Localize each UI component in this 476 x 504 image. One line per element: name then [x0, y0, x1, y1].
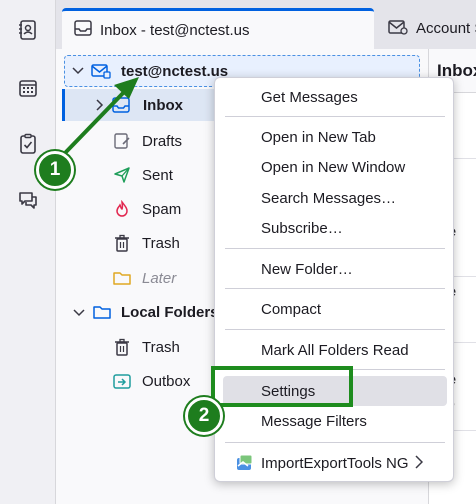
local-folder-icon — [92, 302, 112, 322]
tab-bar: Inbox - test@nctest.us Account S — [56, 0, 476, 49]
chevron-right-icon — [415, 455, 429, 469]
menu-separator — [225, 442, 445, 443]
menu-item-new-folder[interactable]: New Folder… — [223, 254, 447, 284]
inbox-icon — [74, 20, 92, 40]
tasks-icon[interactable] — [12, 128, 44, 160]
callout-badge-1: 1 — [36, 151, 74, 189]
chevron-down-icon[interactable] — [72, 306, 86, 320]
folder-sent[interactable]: Sent — [56, 159, 216, 191]
drafts-icon — [112, 131, 132, 151]
address-book-icon[interactable] — [12, 14, 44, 46]
folder-icon — [112, 268, 132, 288]
account-mail-icon — [91, 61, 111, 81]
spam-flame-icon — [112, 199, 132, 219]
folder-local-trash[interactable]: Trash — [56, 331, 216, 363]
importexport-icon — [235, 454, 255, 472]
local-folders-row[interactable]: Local Folders — [56, 296, 219, 328]
folder-spam[interactable]: Spam — [56, 193, 216, 225]
menu-item-subscribe[interactable]: Subscribe… — [223, 213, 447, 243]
local-folders-label: Local Folders — [121, 303, 219, 321]
sent-icon — [112, 165, 132, 185]
folder-trash[interactable]: Trash — [56, 227, 216, 259]
calendar-icon[interactable] — [12, 72, 44, 104]
envelope-icon — [388, 19, 408, 39]
menu-separator — [225, 116, 445, 117]
later-label: Later — [142, 269, 177, 287]
context-menu: Get Messages Open in New Tab Open in New… — [214, 77, 454, 482]
trash-label: Trash — [142, 234, 180, 252]
tab-inbox[interactable]: Inbox - test@nctest.us — [62, 8, 374, 49]
menu-item-search-messages[interactable]: Search Messages… — [223, 183, 447, 213]
folder-outbox[interactable]: Outbox — [56, 365, 216, 397]
folder-drafts[interactable]: Drafts — [56, 125, 216, 157]
outbox-icon — [112, 371, 132, 391]
trash-icon — [112, 233, 132, 253]
menu-separator — [225, 248, 445, 249]
menu-item-mark-all-folders-read[interactable]: Mark All Folders Read — [223, 335, 447, 365]
menu-item-message-filters[interactable]: Message Filters — [223, 406, 447, 436]
settings-highlight-box — [211, 366, 353, 407]
folder-inbox[interactable]: Inbox — [62, 89, 218, 121]
tab-account-settings-label: Account S — [416, 20, 476, 37]
inbox-folder-icon — [111, 95, 131, 115]
menu-item-open-in-new-tab[interactable]: Open in New Tab — [223, 122, 447, 152]
menu-item-compact[interactable]: Compact — [223, 294, 447, 324]
tab-inbox-label: Inbox - test@nctest.us — [100, 21, 250, 39]
inbox-label: Inbox — [143, 96, 183, 114]
menu-item-get-messages[interactable]: Get Messages — [223, 82, 447, 112]
menu-separator — [225, 288, 445, 289]
folder-later[interactable]: Later — [56, 262, 216, 294]
trash-icon — [112, 337, 132, 357]
menu-separator — [225, 329, 445, 330]
menu-item-importexporttools-label: ImportExportTools NG — [261, 454, 409, 472]
drafts-label: Drafts — [142, 132, 183, 150]
spam-label: Spam — [142, 200, 182, 218]
callout-badge-2: 2 — [185, 397, 223, 435]
chat-icon[interactable] — [12, 184, 44, 216]
menu-item-open-in-new-window[interactable]: Open in New Window — [223, 152, 447, 182]
chevron-right-icon[interactable] — [93, 98, 107, 112]
menu-item-importexporttools[interactable]: ImportExportTools NG — [223, 448, 447, 478]
spaces-toolbar — [0, 0, 56, 504]
sent-label: Sent — [142, 166, 173, 184]
local-trash-label: Trash — [142, 338, 180, 356]
outbox-label: Outbox — [142, 372, 191, 390]
account-label: test@nctest.us — [121, 62, 229, 80]
chevron-down-icon[interactable] — [71, 64, 85, 78]
tab-account-settings[interactable]: Account S — [380, 8, 476, 49]
